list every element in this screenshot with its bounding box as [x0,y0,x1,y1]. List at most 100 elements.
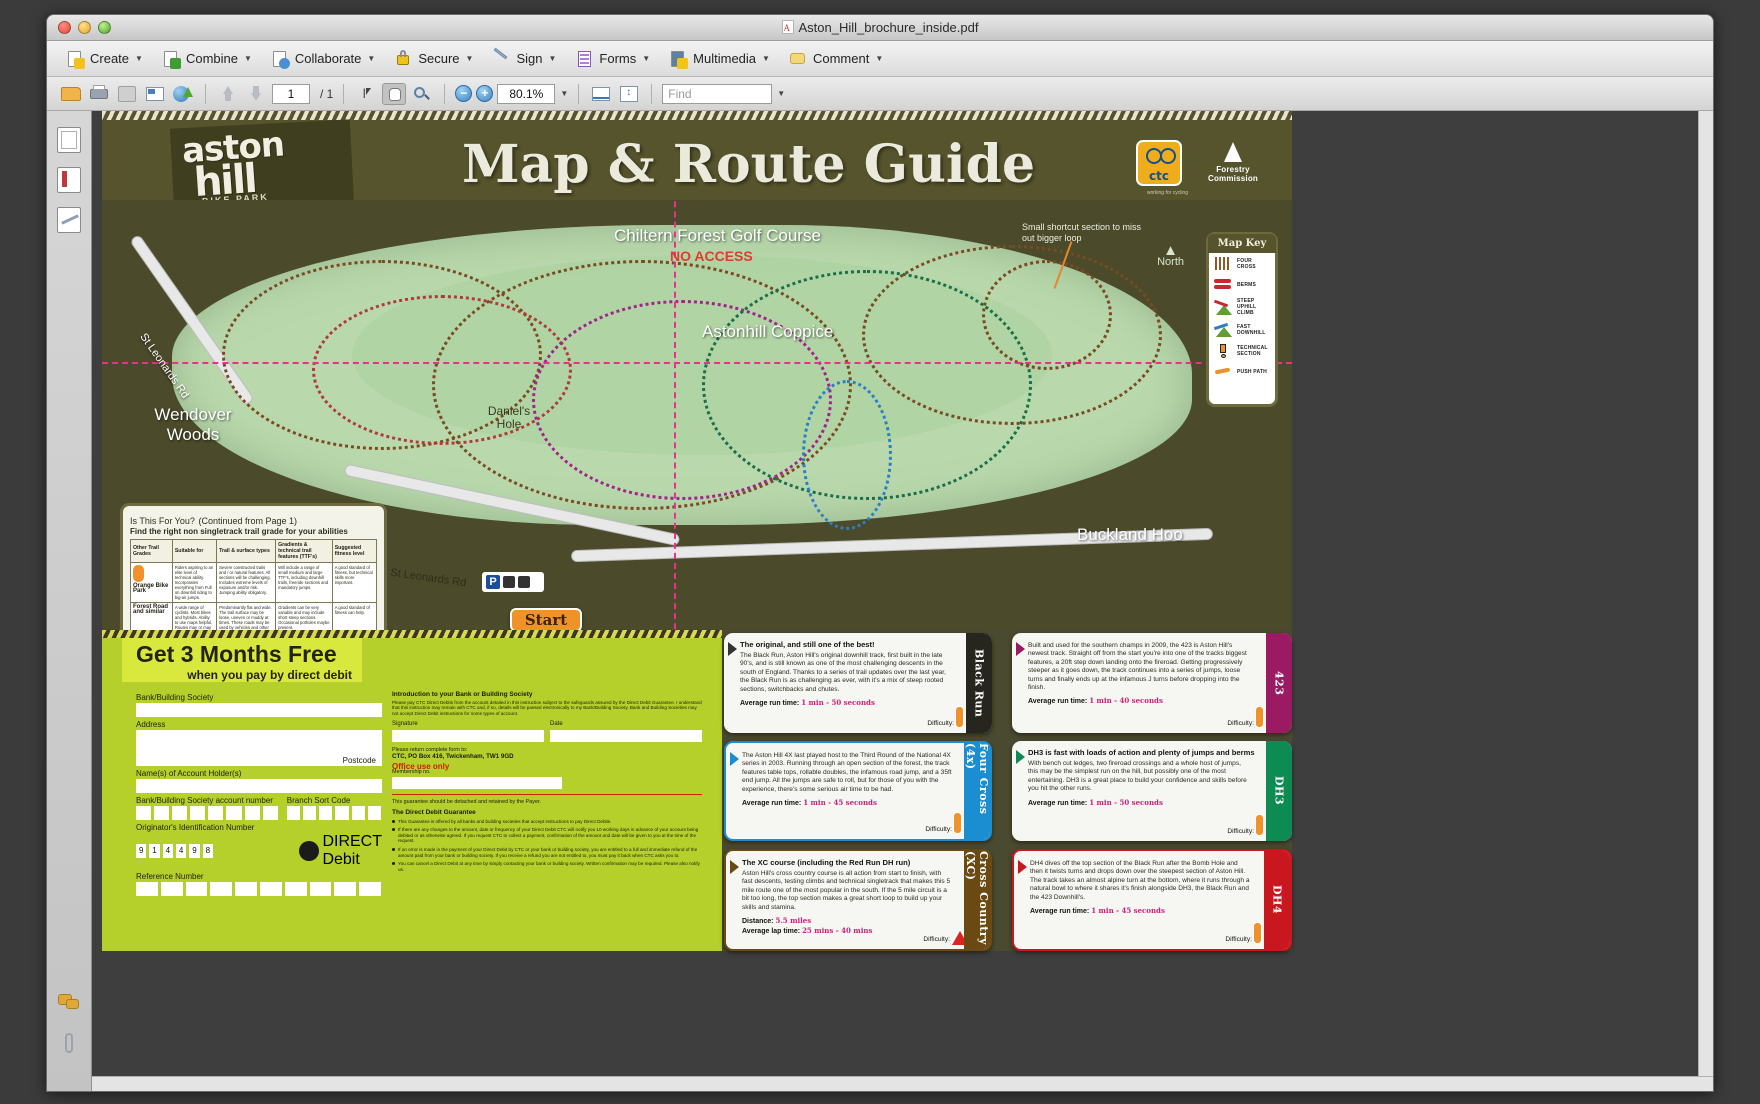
route-card-cross-country[interactable]: The XC course (including the Red Run DH … [724,849,992,951]
document-view[interactable]: aston hill BIKE PARK Map & Route Guide c… [92,111,1713,1091]
route-card-four-cross[interactable]: The Aston Hill 4X last played host to th… [724,741,992,841]
input-reference-number[interactable] [136,882,382,896]
marquee-zoom-button[interactable] [410,83,434,105]
zoom-out-button[interactable]: − [455,85,473,102]
input-bank[interactable] [136,703,382,717]
input-date[interactable] [550,729,702,742]
fitness-cell: A good standard of fitness, but technica… [331,562,378,603]
map-key-item: FAST DOWNHILL [1209,319,1275,340]
difficulty-marker [953,812,962,834]
input-account-holders[interactable] [136,779,382,793]
next-page-button[interactable] [244,83,268,105]
card-body: Aston Hill's cross country course is all… [742,870,951,911]
comments-panel-icon[interactable] [57,991,81,1017]
open-file-button[interactable] [59,83,83,105]
zoom-in-button[interactable]: + [476,85,494,102]
route-card-423[interactable]: Built and used for the southern champs i… [1012,633,1292,733]
find-dropdown-icon[interactable]: ▼ [777,89,785,98]
toolbar-divider [578,83,580,104]
pages-panel-icon[interactable] [57,127,81,153]
card-arrow-icon [730,860,739,874]
hand-tool-button[interactable] [382,82,407,105]
save-button[interactable] [115,83,139,105]
route-card-dh4[interactable]: DH4 dives off the top section of the Bla… [1012,849,1292,951]
card-difficulty-label: Difficulty: [927,720,954,727]
toolbar-combine[interactable]: Combine ▼ [153,46,260,72]
page-title: Map & Route Guide [462,134,1036,195]
technical-section-icon [1213,343,1233,358]
input-address[interactable]: Postcode [136,730,382,766]
guarantee-bullet: You can cancel a Direct Debit at any tim… [392,861,702,872]
zoom-level-input[interactable]: 80.1% [497,83,556,104]
ctc-logo: ctc [1136,140,1182,186]
difficulty-marker [955,706,964,728]
email-button[interactable] [143,83,167,105]
toolbar-divider [205,83,206,104]
vertical-scrollbar[interactable] [1698,111,1713,1091]
suitable-cell: Riders aspiring to an elite level of tec… [171,562,218,603]
route-card-black-run[interactable]: The original, and still one of the best!… [724,633,992,733]
panel-subheading: Find the right non singletrack trail gra… [130,527,348,536]
four-cross-icon [1213,256,1233,271]
chevron-down-icon: ▼ [548,54,557,63]
print-button[interactable] [87,83,111,105]
toolbar-forms[interactable]: Forms ▼ [566,46,658,72]
trail-loop [982,260,1112,370]
fit-page-button[interactable]: ↕ [617,83,641,105]
label-buckland-hoo: Buckland Hoo [1077,525,1183,544]
top-hatch-border [102,111,1292,120]
guarantee-bullet: If there are any changes to the amount, … [392,827,702,844]
input-signature[interactable] [392,729,544,742]
label-coppice: Astonhill Coppice [702,322,834,341]
label-account-number: Bank/Building Society account number [136,796,273,805]
difficulty-marker [1255,814,1264,836]
input-account-number[interactable] [136,806,279,820]
toolbar-comment[interactable]: Comment ▼ [780,46,891,72]
push-path-icon [1213,364,1233,379]
label-sort-code: Branch Sort Code [286,796,351,805]
find-input[interactable]: Find [662,83,773,104]
guarantee-bullet: If an error is made in the payment of yo… [392,847,702,858]
input-membership-no[interactable] [392,777,562,790]
chevron-down-icon: ▼ [135,54,143,63]
horizontal-scrollbar[interactable] [92,1076,1713,1091]
card-tab: Four Cross (4x) [964,743,990,839]
route-card-dh3[interactable]: DH3 is fast with loads of action and ple… [1012,741,1292,841]
map-key-panel: Map Key FOUR CROSS BERMS STEEP UPHILL CL… [1206,232,1278,407]
input-sort-code[interactable] [286,806,383,820]
toolbar-collaborate[interactable]: Collaborate ▼ [262,46,383,72]
signatures-panel-icon[interactable] [57,207,81,233]
attachments-panel-icon[interactable] [57,1031,81,1057]
card-body: DH4 dives off the top section of the Bla… [1030,860,1250,901]
zoom-dropdown-icon[interactable]: ▼ [560,89,568,98]
web-upload-button[interactable] [171,83,195,105]
comment-icon [788,49,808,69]
bookmarks-panel-icon[interactable] [57,167,81,193]
label-wendover-woods: Wendover Woods [154,405,232,444]
north-arrow-icon: ▲ [1163,242,1178,259]
toilet-icon [518,576,530,588]
previous-page-button[interactable] [216,83,240,105]
toolbar-create[interactable]: Create ▼ [57,46,151,72]
select-tool-button[interactable]: I [354,83,378,105]
card-body: Built and used for the southern champs i… [1028,642,1247,692]
intro-title: Introduction to your Bank or Building So… [392,691,533,698]
window-title-bar: Aston_Hill_brochure_inside.pdf [47,15,1713,41]
toolbar-secure[interactable]: Secure ▼ [385,46,481,72]
navigation-toolbar: 1 / 1 I − + 80.1% ▼ ↕ Find ▼ [47,77,1713,111]
intro-body: Please pay CTC Direct Debits from the ac… [392,699,702,716]
chevron-down-icon: ▼ [465,54,474,63]
page-number-input[interactable]: 1 [272,83,310,104]
north-indicator: ▲ North [1157,242,1184,268]
direct-debit-mark-icon [299,841,320,861]
collaborate-icon [270,49,290,69]
card-body: The Black Run, Aston Hill's original dow… [740,652,946,693]
card-tab: Black Run [966,633,992,733]
card-stat-secondary: Average lap time: 25 mins - 40 mins [742,926,873,936]
toolbar-sign[interactable]: Sign ▼ [483,46,564,72]
toolbar-divider [444,83,446,104]
fold-guide [674,200,676,630]
chevron-down-icon: ▼ [642,54,651,63]
fit-width-button[interactable] [589,83,613,105]
toolbar-multimedia[interactable]: Multimedia ▼ [660,46,778,72]
